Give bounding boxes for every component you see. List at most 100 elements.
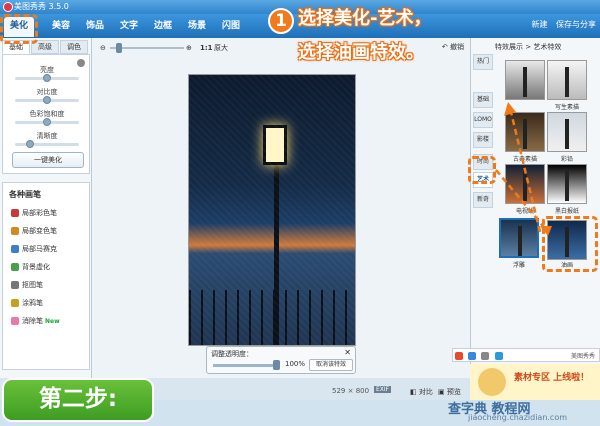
brush-icon	[11, 281, 19, 289]
photo-canvas[interactable]	[188, 74, 356, 346]
new-badge: New	[45, 318, 60, 325]
brush-section-title: 各种画笔	[9, 190, 41, 199]
tray-settings-icon[interactable]	[481, 352, 490, 360]
zoom-in-icon[interactable]: ⊕	[186, 42, 192, 54]
effect-sketch[interactable]	[547, 60, 587, 100]
step-number-badge: 1	[268, 8, 294, 34]
save-share-button[interactable]: 保存与分享	[556, 20, 596, 29]
cancel-effect-button[interactable]: 取消该特效	[309, 359, 353, 371]
zoom-knob[interactable]	[116, 43, 122, 53]
tab-accessories[interactable]: 饰品	[80, 17, 110, 37]
tray-s-icon[interactable]	[455, 352, 463, 360]
effect-label: 彩铅	[560, 156, 573, 163]
thumb-lamp	[565, 171, 569, 201]
effect-classic-sketch[interactable]	[505, 112, 545, 152]
tray-chat-icon[interactable]	[468, 352, 477, 360]
tab-border[interactable]: 边框	[148, 17, 178, 37]
brush-label: 局部马赛克	[22, 245, 57, 253]
brush-item[interactable]: 局部彩色笔	[11, 207, 57, 219]
category-hot[interactable]: 热门	[473, 54, 493, 70]
right-panel: 特效展示 > 艺术特效 热门 基础 LOMO 影楼 时尚 艺术 新奇 写生素描 …	[470, 38, 600, 378]
image-dimensions: 529 × 800	[332, 387, 370, 395]
new-button[interactable]: 新建	[531, 20, 547, 29]
canvas-area: ⊖ ⊕ 1:1 原大 ↶ 撤销 调整透明度： ✕ 100% 取消该特效	[92, 38, 470, 378]
category-novel[interactable]: 新奇	[473, 192, 493, 208]
step-banner: 第二步:	[2, 378, 154, 422]
brush-icon	[11, 317, 19, 325]
brush-label: 涂鸦笔	[22, 299, 43, 307]
saturation-slider[interactable]	[15, 118, 79, 126]
mascot-icon	[478, 368, 506, 396]
category-basic[interactable]: 基础	[473, 92, 493, 108]
category-lomo[interactable]: LOMO	[473, 112, 493, 128]
zoom-ratio-button[interactable]: 1:1	[200, 42, 213, 54]
opacity-title: 调整透明度：	[211, 350, 253, 358]
watermark-url: jiaocheng.chazidian.com	[468, 413, 568, 422]
effect-thumb[interactable]	[505, 60, 545, 100]
close-icon[interactable]: ✕	[344, 348, 351, 357]
oil-texture	[189, 75, 355, 345]
effect-tv-lines[interactable]	[505, 164, 545, 204]
slider-knob[interactable]	[43, 96, 51, 104]
subtab-tone[interactable]: 调色	[60, 40, 88, 54]
zoom-out-icon[interactable]: ⊖	[100, 42, 106, 54]
tray-shirt-icon[interactable]	[494, 352, 503, 360]
slider-knob[interactable]	[26, 140, 35, 148]
thumb-lamp	[518, 226, 522, 256]
compare-button[interactable]: ◧ 对比	[410, 387, 433, 397]
highlight-art-category	[468, 156, 496, 184]
tab-scene[interactable]: 场景	[182, 17, 212, 37]
image-height: 800	[355, 387, 370, 395]
brush-icon	[11, 263, 19, 271]
opacity-value: 100%	[285, 360, 306, 368]
brush-label: 背景虚化	[22, 263, 50, 271]
undo-label: 撤销	[450, 43, 464, 51]
brush-icon	[11, 299, 19, 307]
category-studio[interactable]: 影楼	[473, 132, 493, 148]
thumb-lamp	[565, 119, 569, 149]
effect-emboss[interactable]	[499, 218, 539, 258]
brush-item[interactable]: 背景虚化	[11, 261, 50, 273]
original-size-button[interactable]: 原大	[214, 42, 228, 54]
opacity-knob[interactable]	[273, 360, 280, 370]
opacity-slider[interactable]	[213, 364, 279, 367]
app-logo-icon	[3, 2, 13, 12]
opacity-panel: 调整透明度： ✕ 100% 取消该特效	[206, 346, 356, 374]
brush-item[interactable]: 抠图笔	[11, 279, 43, 291]
brush-item[interactable]: 涂鸦笔	[11, 297, 43, 309]
brush-item[interactable]: 局部变色笔	[11, 225, 57, 237]
exif-button[interactable]: EXIF	[374, 386, 392, 393]
sharpness-slider[interactable]	[15, 140, 79, 148]
effect-color-pencil[interactable]	[547, 112, 587, 152]
promo-banner[interactable]: 素材专区 上线啦！	[470, 364, 600, 400]
tray-text: 美图秀秀	[570, 353, 595, 360]
brush-icon	[11, 209, 19, 217]
brush-item[interactable]: 消除笔 New	[11, 315, 60, 327]
slider-knob[interactable]	[43, 118, 51, 126]
brush-label: 局部彩色笔	[22, 209, 57, 217]
brush-item[interactable]: 局部马赛克	[11, 243, 57, 255]
one-key-beautify-button[interactable]: 一键美化	[12, 152, 84, 168]
effect-label: 黑白报纸	[554, 208, 579, 215]
thumb-lamp	[565, 67, 569, 97]
brightness-slider[interactable]	[15, 74, 79, 82]
effect-bw-newspaper[interactable]	[547, 164, 587, 204]
image-width: 529	[332, 387, 346, 395]
tab-flash[interactable]: 闪图	[216, 17, 246, 37]
compare-label: 对比	[418, 388, 433, 396]
effect-label: 电视线	[515, 208, 534, 215]
slider-knob[interactable]	[43, 74, 51, 82]
tab-text[interactable]: 文字	[114, 17, 144, 37]
promo-text: 素材专区 上线啦！	[514, 373, 590, 383]
highlight-beautify-tab	[0, 14, 38, 44]
brush-icon	[11, 245, 19, 253]
brush-section: 各种画笔 局部彩色笔 局部变色笔 局部马赛克 背景虚化 抠图笔 涂鸦笔 消除笔 N…	[2, 182, 90, 370]
tab-beauty[interactable]: 美容	[46, 17, 76, 37]
thumb-lamp	[523, 119, 527, 149]
contrast-slider[interactable]	[15, 96, 79, 104]
preview-button[interactable]: ▣ 预览	[438, 387, 461, 397]
breadcrumb: 特效展示 > 艺术特效	[495, 43, 562, 51]
undo-button[interactable]: ↶ 撤销	[442, 42, 464, 52]
left-panel: 基础 高级 调色 亮度 对比度 色彩饱和度 清晰度 一键美化 各种画笔 局部彩色…	[0, 38, 92, 378]
effect-label: 古典素描	[512, 156, 537, 163]
